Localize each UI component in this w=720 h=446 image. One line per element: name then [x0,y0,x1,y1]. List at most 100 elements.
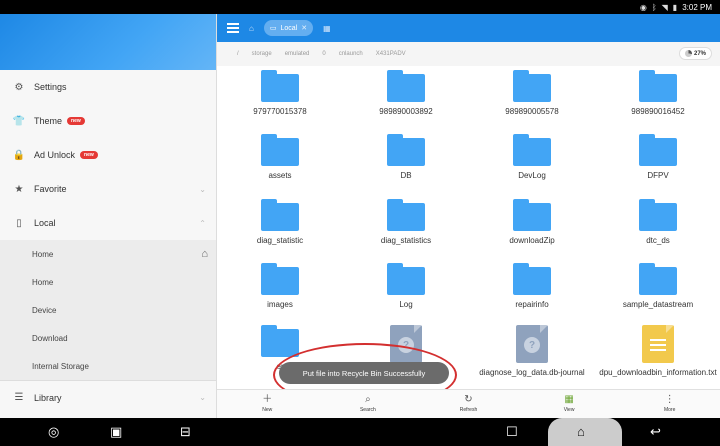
file-name: 979770015378 [253,107,307,116]
sidebar-subitem-home-2[interactable]: Home [0,268,216,296]
file-item[interactable]: images [217,263,343,310]
sidebar-item-library[interactable]: ☰ Library ⌄ [0,380,216,414]
button-label: More [663,407,676,413]
file-item[interactable]: downloadZip [469,199,595,246]
file-item[interactable]: 989890005578 [469,70,595,117]
home-icon[interactable]: ⌂ [249,24,254,33]
sidebar-subitem-label: Device [32,305,57,315]
folder-icon [387,134,425,166]
breadcrumb-item[interactable]: / [237,51,239,57]
new-button[interactable]: ＋ New [217,390,318,418]
lock-icon: 🔒 [12,149,26,161]
folder-icon [387,70,425,102]
sidebar-header [0,14,216,70]
menu-icon[interactable] [227,23,239,33]
file-item[interactable]: dpu_downloadbin_information.txt [595,325,720,378]
sidebar-item-local[interactable]: ▯ Local ⌃ [0,206,216,240]
file-item[interactable]: 989890016452 [595,70,720,117]
stack-icon: ☰ [14,392,24,403]
file-item[interactable]: assets [217,134,343,181]
sidebar-subitem-download[interactable]: Download [0,324,216,352]
breadcrumb-item[interactable]: 0 [322,51,325,57]
file-name: DFPV [647,171,669,180]
view-button[interactable]: ▦ View [519,390,620,418]
vci-icon[interactable]: ⊟ [180,424,191,440]
button-label: View [563,407,575,413]
bottom-toolbar: ＋ New ⌕ Search ↻ Refresh ▦ View ⋮ More [217,389,720,418]
file-item[interactable]: sample_datastream [595,263,720,310]
file-item[interactable]: DB [343,134,469,181]
file-item[interactable]: 989890003892 [343,70,469,117]
chevron-down-icon: ⌄ [199,184,206,194]
main-panel: ⌂ ▭ Local ✕ ▦ / storage emulated 0 cnlau… [217,14,720,418]
sidebar-item-settings[interactable]: ⚙ Settings [0,70,216,104]
unknown-file-icon: ? [390,325,422,363]
toast-message: Put file into Recycle Bin Successfully [279,362,449,384]
wifi-icon: ◥ [661,2,668,12]
file-item[interactable]: 979770015378 [217,70,343,117]
folder-icon [639,263,677,295]
storage-usage-badge[interactable]: 27% [678,47,712,60]
file-grid: 979770015378 989890003892 989890005578 9898… [217,66,720,389]
sidebar-item-theme[interactable]: 👕 Theme new [0,104,216,138]
tab-local[interactable]: ▭ Local ✕ [263,20,314,36]
sidebar: ⚙ Settings 👕 Theme new 🔒 Ad Unlock new ★… [0,14,217,418]
storage-pie-icon [684,50,692,57]
plus-icon: ＋ [262,394,273,405]
sidebar-item-label: Ad Unlock [34,150,76,160]
sidebar-subitem-label: Internal Storage [32,361,89,371]
sidebar-subitem-label: Home [32,249,54,259]
refresh-button[interactable]: ↻ Refresh [418,390,519,418]
sidebar-subitem-device[interactable]: Device [0,296,216,324]
breadcrumb: / storage emulated 0 cnlaunch X431PADV 2… [217,42,720,66]
recents-icon[interactable]: ☐ [506,424,518,440]
button-label: Refresh [459,407,478,413]
folder-icon [261,263,299,295]
file-item[interactable]: repairinfo [469,263,595,310]
file-item[interactable]: diag_statistic [217,199,343,246]
breadcrumb-item[interactable]: emulated [285,51,310,57]
gear-icon: ⚙ [14,81,24,93]
folder-icon: ▭ [269,25,277,32]
file-name: images [267,300,293,309]
sidebar-item-label: Theme [34,116,63,126]
windows-icon[interactable]: ▦ [323,24,331,33]
button-label: Search [359,407,376,413]
file-item[interactable]: DFPV [595,134,720,181]
file-name: DB [400,171,412,180]
sidebar-item-label: Settings [34,82,67,92]
search-button[interactable]: ⌕ Search [318,390,419,418]
home-icon[interactable]: ⌂ [201,248,208,260]
file-item[interactable]: ? diagnose_log_data.db-journal [469,325,595,378]
back-icon[interactable]: ↩ [650,424,661,440]
close-icon[interactable]: ✕ [301,24,307,32]
gallery-icon[interactable]: ▣ [110,424,122,440]
sidebar-item-ad-unlock[interactable]: 🔒 Ad Unlock new [0,138,216,172]
nav-home-highlight [548,418,622,446]
breadcrumb-item[interactable]: X431PADV [376,51,406,57]
folder-icon [387,263,425,295]
sidebar-subitem-home[interactable]: Home ⌂ [0,240,216,268]
sidebar-item-favorite[interactable]: ★ Favorite ⌄ [0,172,216,206]
search-icon: ⌕ [365,394,371,405]
grid-view-icon: ▦ [564,394,574,405]
sidebar-subitem-label: Download [32,333,68,343]
file-item[interactable]: dtc_ds [595,199,720,246]
browser-icon[interactable]: ◎ [48,424,59,440]
breadcrumb-item[interactable]: cnlaunch [339,51,363,57]
more-button[interactable]: ⋮ More [619,390,720,418]
file-item[interactable]: Log [343,263,469,310]
home-icon[interactable]: ⌂ [577,424,585,440]
android-nav-bar: ◎ ▣ ⊟ ☐ ⌂ ↩ [0,418,720,446]
star-icon: ★ [14,183,24,195]
local-sub-list: Home ⌂ Home Device Download Internal Sto… [0,240,216,380]
status-bar: ◉ ᛒ ◥ ▮ 3:02 PM [0,0,720,14]
folder-icon [261,199,299,231]
file-item[interactable]: diag_statistics [343,199,469,246]
folder-icon [387,199,425,231]
sidebar-subitem-internal-storage[interactable]: Internal Storage [0,352,216,380]
tab-label: Local [280,24,298,32]
folder-icon [261,325,299,357]
breadcrumb-item[interactable]: storage [252,51,272,57]
file-item[interactable]: DevLog [469,134,595,181]
